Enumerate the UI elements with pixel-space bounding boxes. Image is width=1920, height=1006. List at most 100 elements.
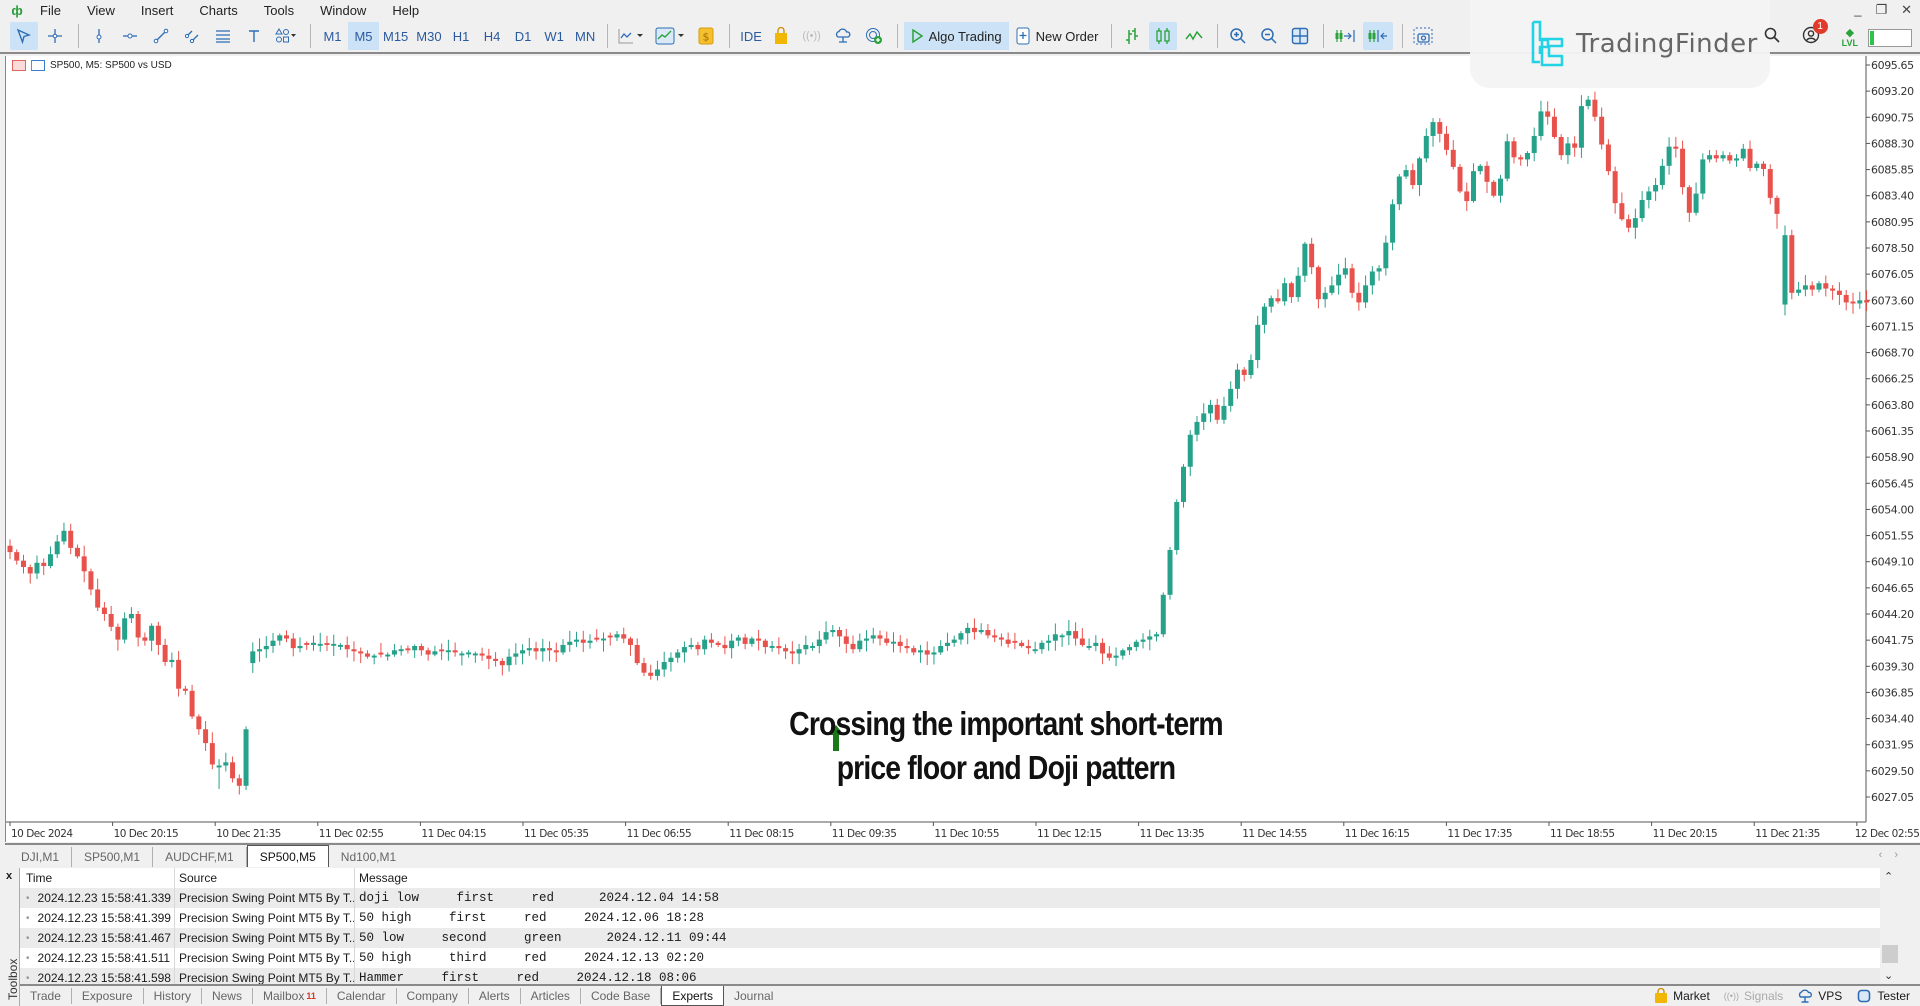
tab-experts[interactable]: Experts xyxy=(661,986,724,1006)
column-source[interactable]: Source xyxy=(175,868,355,888)
tab-trade[interactable]: Trade xyxy=(20,988,72,1004)
grid-icon xyxy=(1292,27,1309,45)
time-tick-label: 11 Dec 06:55 xyxy=(627,828,692,840)
log-source: Precision Swing Point MT5 By T... xyxy=(175,968,355,984)
log-scrollbar[interactable]: ⌃ ⌄ xyxy=(1880,868,1900,984)
zoom-out-button[interactable] xyxy=(1255,22,1283,50)
text-tool-button[interactable] xyxy=(240,22,268,50)
menu-help[interactable]: Help xyxy=(380,3,433,18)
scroll-thumb[interactable] xyxy=(1882,945,1898,963)
line-chart-button[interactable] xyxy=(1180,22,1208,50)
indicators-dropdown[interactable] xyxy=(614,22,648,50)
tab-alerts[interactable]: Alerts xyxy=(469,988,521,1004)
minimize-icon[interactable]: _ xyxy=(1854,2,1861,18)
menu-view[interactable]: View xyxy=(75,3,129,18)
log-row[interactable]: • 2024.12.23 15:58:41.339 Precision Swing … xyxy=(20,888,1900,908)
tab-scroll-arrows[interactable]: ‹› xyxy=(1879,849,1910,861)
timeframe-d1[interactable]: D1 xyxy=(508,22,539,50)
tab-history[interactable]: History xyxy=(144,988,202,1004)
zoom-in-button[interactable] xyxy=(1224,22,1252,50)
tab-journal[interactable]: Journal xyxy=(724,988,783,1004)
channel-button[interactable] xyxy=(178,22,206,50)
tester-link[interactable]: Tester xyxy=(1856,988,1910,1004)
tile-windows-button[interactable] xyxy=(1286,22,1314,50)
log-row[interactable]: • 2024.12.23 15:58:41.511 Precision Swing … xyxy=(20,948,1900,968)
menu-window[interactable]: Window xyxy=(308,3,380,18)
candle-bear xyxy=(850,643,856,650)
market-link[interactable]: Market xyxy=(1654,988,1710,1004)
screenshot-button[interactable] xyxy=(1409,22,1437,50)
trade-panel-icon[interactable] xyxy=(12,60,26,71)
trendline-button[interactable] xyxy=(147,22,175,50)
menu-file[interactable]: File xyxy=(28,3,75,18)
signal-add-button[interactable] xyxy=(860,22,888,50)
experts-log: Time Source Message • 2024.12.23 15:58:41… xyxy=(20,868,1900,984)
scroll-up-icon[interactable]: ⌃ xyxy=(1884,870,1893,883)
vps-link[interactable]: VPS xyxy=(1797,988,1842,1004)
close-icon[interactable]: ✕ xyxy=(1901,2,1912,18)
timeframe-m15[interactable]: M15 xyxy=(379,22,412,50)
log-row[interactable]: • 2024.12.23 15:58:41.598 Precision Swing … xyxy=(20,968,1900,984)
market-watch-button[interactable]: $ xyxy=(692,22,720,50)
tab-calendar[interactable]: Calendar xyxy=(327,988,397,1004)
cursor-tool-button[interactable] xyxy=(10,22,38,50)
log-row[interactable]: • 2024.12.23 15:58:41.467 Precision Swing … xyxy=(20,928,1900,948)
timeframe-m1[interactable]: M1 xyxy=(317,22,348,50)
candle-bull xyxy=(1093,642,1099,647)
menu-insert[interactable]: Insert xyxy=(129,3,188,18)
timeframe-mn[interactable]: MN xyxy=(570,22,601,50)
toolbox-close-icon[interactable]: x xyxy=(6,870,12,882)
tab-articles[interactable]: Articles xyxy=(521,988,581,1004)
price-tick-label: 6066.25 xyxy=(1871,373,1914,386)
vps-button[interactable] xyxy=(829,22,857,50)
account-button[interactable]: 1 xyxy=(1802,19,1828,49)
tab-exposure[interactable]: Exposure xyxy=(72,988,144,1004)
menu-tools[interactable]: Tools xyxy=(252,3,308,18)
column-message[interactable]: Message xyxy=(355,871,408,885)
timeframe-w1[interactable]: W1 xyxy=(539,22,570,50)
candle-bull xyxy=(1032,649,1038,652)
candle-bull xyxy=(1127,647,1133,651)
crosshair-tool-button[interactable] xyxy=(41,22,69,50)
chart-tab-sp500-m1[interactable]: SP500,M1 xyxy=(72,847,154,867)
shapes-button[interactable] xyxy=(271,22,301,50)
market-bag-button[interactable] xyxy=(767,22,795,50)
timeframe-m5[interactable]: M5 xyxy=(348,22,379,50)
tab-code-base[interactable]: Code Base xyxy=(581,988,662,1004)
fibonacci-button[interactable] xyxy=(209,22,237,50)
candle-bear xyxy=(1511,141,1517,158)
search-icon[interactable] xyxy=(1764,27,1780,48)
log-time-text: 2024.12.23 15:58:41.598 xyxy=(37,971,171,984)
log-row[interactable]: • 2024.12.23 15:58:41.399 Precision Swing … xyxy=(20,908,1900,928)
timeframe-m30[interactable]: M30 xyxy=(412,22,445,50)
autoscroll-button[interactable] xyxy=(1330,22,1360,50)
column-time[interactable]: Time xyxy=(20,868,175,888)
tab-company[interactable]: Company xyxy=(397,988,469,1004)
signals-button[interactable]: ((•)) xyxy=(798,22,826,50)
timeframe-h4[interactable]: H4 xyxy=(477,22,508,50)
horizontal-line-button[interactable] xyxy=(116,22,144,50)
candle-bull xyxy=(958,633,964,640)
new-order-button[interactable]: New Order xyxy=(1009,22,1106,50)
algo-trading-button[interactable]: Algo Trading xyxy=(903,22,1009,50)
ide-button[interactable]: IDE xyxy=(736,22,767,50)
tab-mailbox[interactable]: Mailbox 11 xyxy=(253,988,327,1004)
chart-tab-audchf-m1[interactable]: AUDCHF,M1 xyxy=(153,847,247,867)
templates-dropdown[interactable] xyxy=(651,22,689,50)
signals-link[interactable]: ((•)) Signals xyxy=(1724,989,1784,1003)
depth-icon[interactable] xyxy=(31,60,45,71)
menu-charts[interactable]: Charts xyxy=(187,3,251,18)
chart-window[interactable]: SP500, M5: SP500 vs USD 6095.65 6093.20 60… xyxy=(5,56,1920,842)
restore-icon[interactable]: ❐ xyxy=(1875,2,1887,18)
template-chart-icon xyxy=(655,27,684,45)
chart-tab-nd100-m1[interactable]: Nd100,M1 xyxy=(329,847,408,867)
timeframe-h1[interactable]: H1 xyxy=(446,22,477,50)
tab-news[interactable]: News xyxy=(202,988,253,1004)
chart-tab-sp500-m5[interactable]: SP500,M5 xyxy=(246,845,329,867)
chart-shift-button[interactable] xyxy=(1363,22,1394,50)
candlestick-chart-button[interactable] xyxy=(1149,22,1178,50)
chart-tab-dji-m1[interactable]: DJI,M1 xyxy=(9,847,73,867)
bar-chart-button[interactable] xyxy=(1118,22,1146,50)
scroll-down-icon[interactable]: ⌄ xyxy=(1884,969,1893,982)
vertical-line-button[interactable] xyxy=(85,22,113,50)
